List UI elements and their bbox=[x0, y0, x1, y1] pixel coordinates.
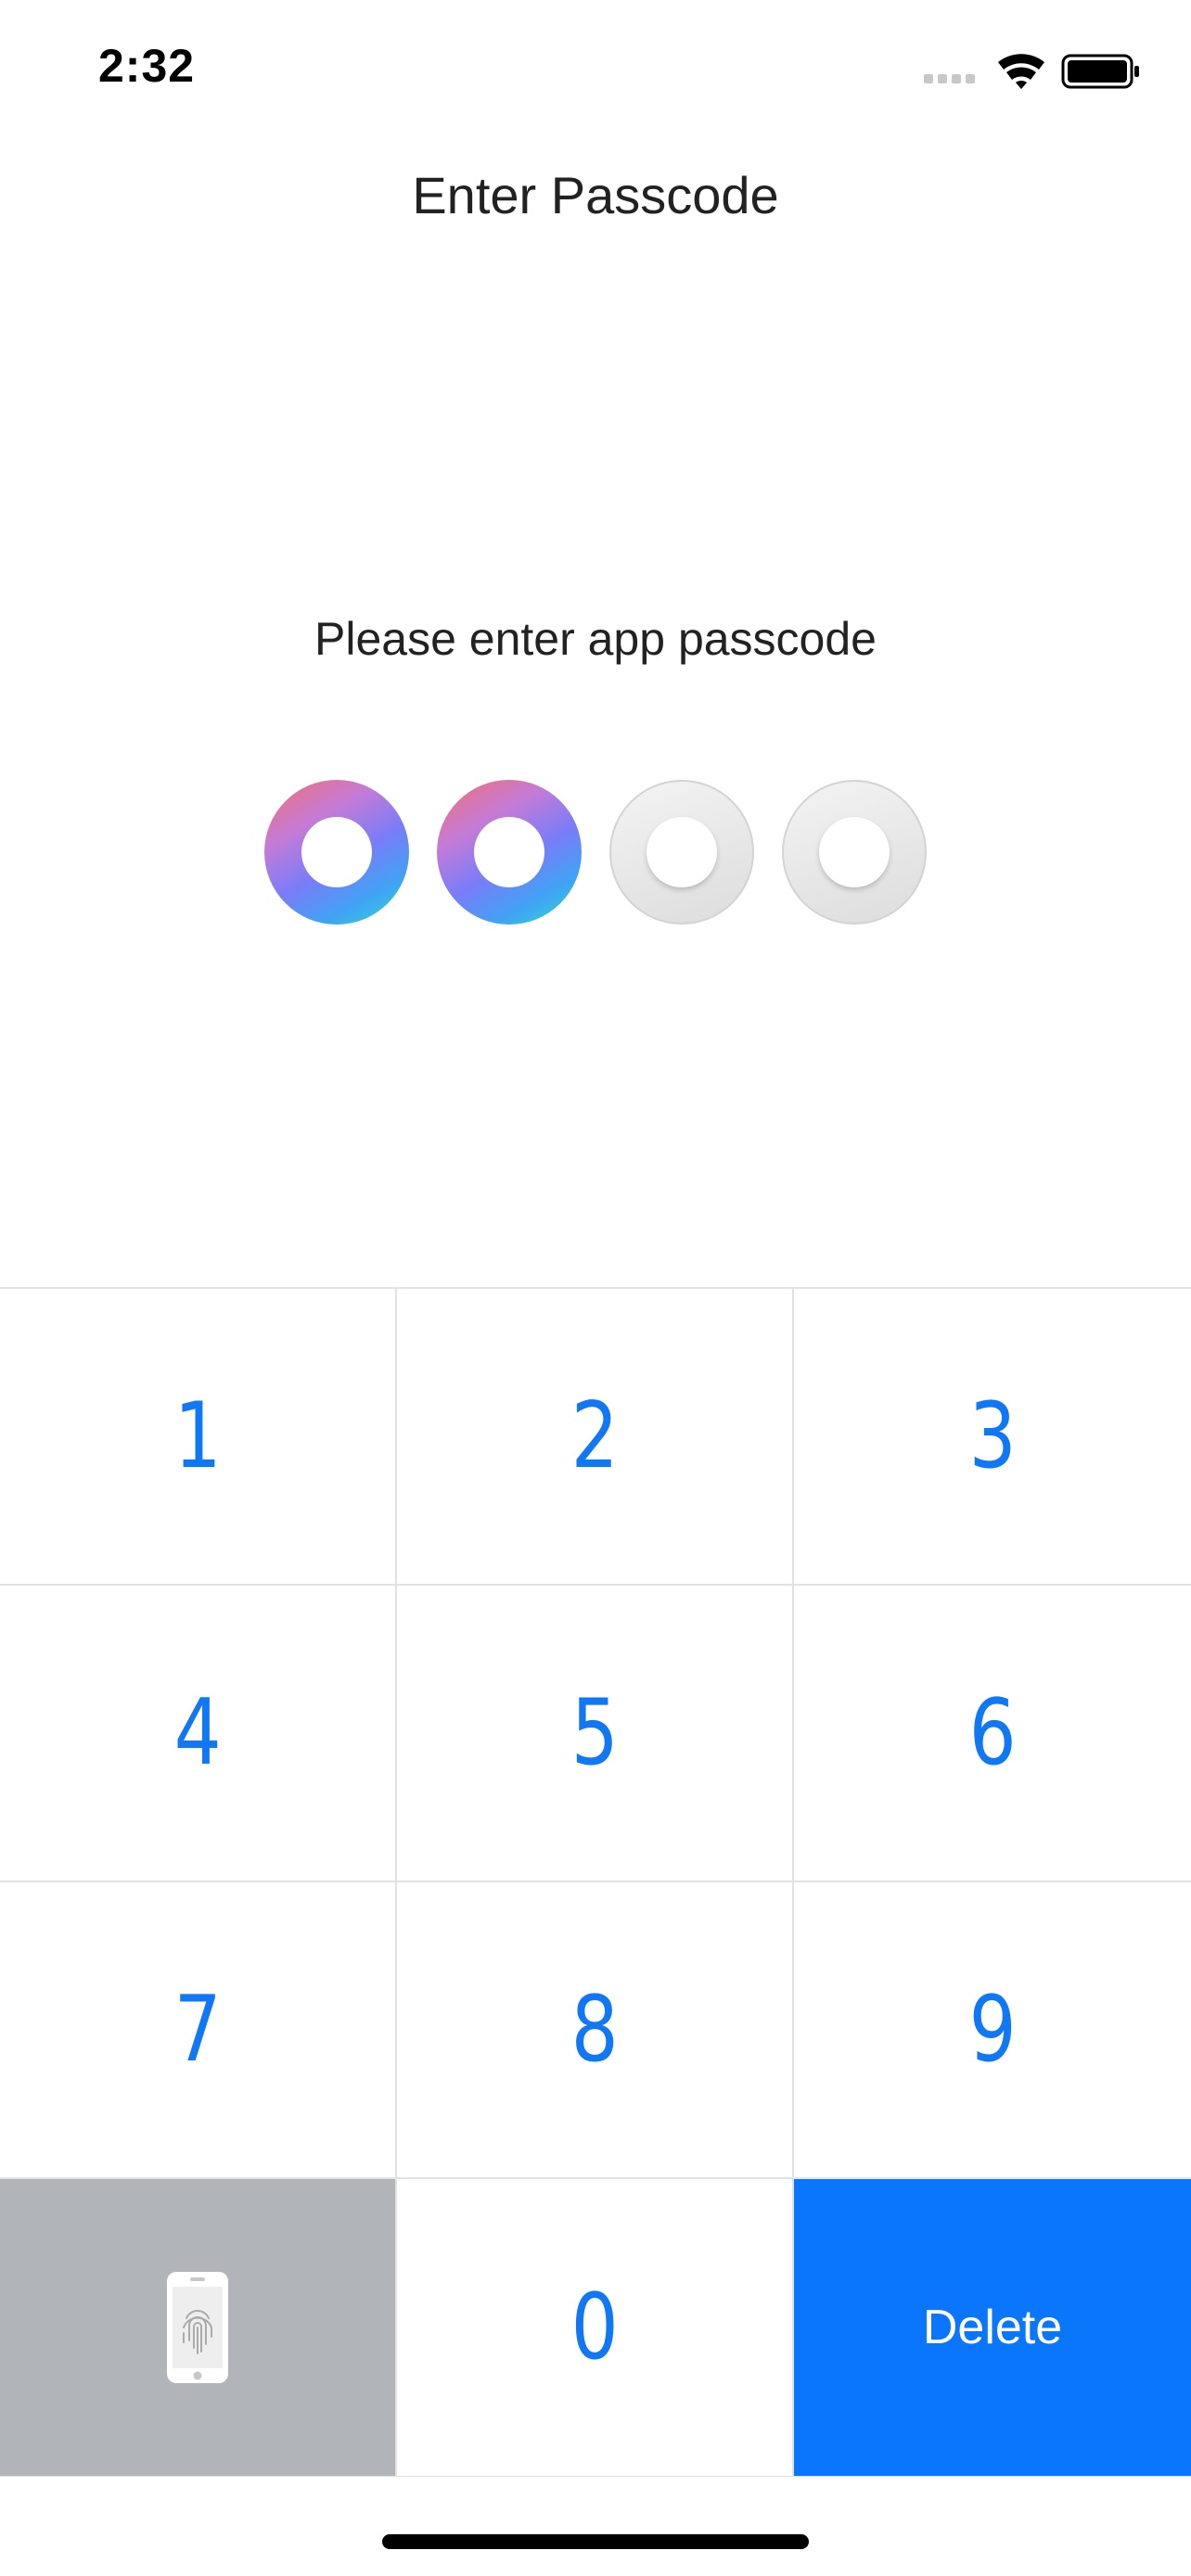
key-3-label: 3 bbox=[968, 1384, 1017, 1489]
battery-icon bbox=[1061, 54, 1139, 89]
phone-fingerprint-icon bbox=[167, 2272, 228, 2383]
biometric-button[interactable] bbox=[0, 2179, 397, 2476]
key-7[interactable]: 7 bbox=[0, 1882, 397, 2179]
passcode-prompt: Please enter app passcode bbox=[314, 613, 877, 665]
key-9-label: 9 bbox=[968, 1977, 1017, 2083]
delete-button[interactable]: Delete bbox=[794, 2179, 1191, 2476]
passcode-dot-empty bbox=[609, 780, 754, 925]
key-1[interactable]: 1 bbox=[0, 1289, 397, 1586]
delete-label: Delete bbox=[922, 2301, 1063, 2354]
passcode-dot-filled bbox=[437, 780, 582, 925]
key-0[interactable]: 0 bbox=[397, 2179, 794, 2476]
key-2[interactable]: 2 bbox=[397, 1289, 794, 1586]
key-2-label: 2 bbox=[570, 1384, 619, 1489]
status-time: 2:32 bbox=[98, 40, 196, 92]
key-4[interactable]: 4 bbox=[0, 1586, 397, 1882]
key-5-label: 5 bbox=[570, 1680, 619, 1786]
home-indicator[interactable] bbox=[382, 2534, 809, 2549]
page-title: Enter Passcode bbox=[412, 166, 779, 224]
key-1-label: 1 bbox=[173, 1384, 222, 1489]
passcode-dot-empty bbox=[782, 780, 927, 925]
key-3[interactable]: 3 bbox=[794, 1289, 1191, 1586]
key-6[interactable]: 6 bbox=[794, 1586, 1191, 1882]
key-9[interactable]: 9 bbox=[794, 1882, 1191, 2179]
status-bar: 2:32 bbox=[0, 0, 1191, 139]
key-4-label: 4 bbox=[173, 1680, 222, 1786]
key-0-label: 0 bbox=[570, 2275, 619, 2380]
number-keypad: 1 2 3 4 5 6 7 8 9 0 Delete bbox=[0, 1287, 1191, 2477]
passcode-dot-filled bbox=[264, 780, 409, 925]
wifi-icon bbox=[998, 54, 1044, 89]
key-7-label: 7 bbox=[173, 1977, 222, 2083]
key-6-label: 6 bbox=[968, 1680, 1017, 1786]
key-5[interactable]: 5 bbox=[397, 1586, 794, 1882]
passcode-indicator bbox=[0, 780, 1191, 926]
key-8-label: 8 bbox=[570, 1977, 619, 2083]
status-icons bbox=[924, 48, 1146, 95]
signal-dots-icon bbox=[924, 74, 975, 83]
key-8[interactable]: 8 bbox=[397, 1882, 794, 2179]
